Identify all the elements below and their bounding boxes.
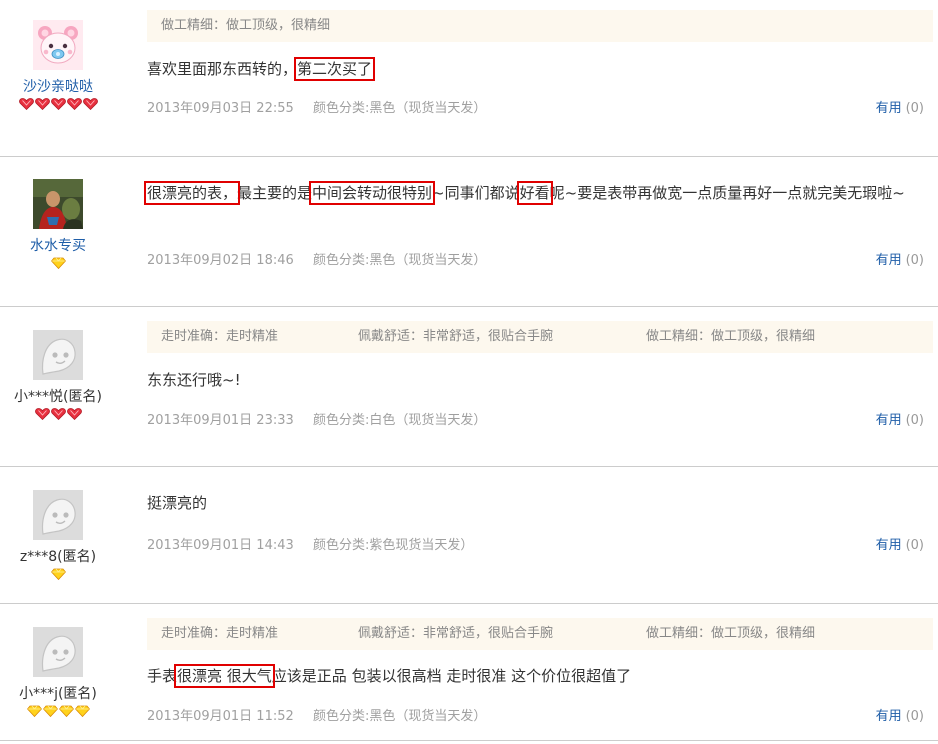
review-tag: 走时准确：走时精准 <box>161 329 279 344</box>
reviewer-name: 小***悦(匿名) <box>14 389 102 405</box>
diamond-badge-icon <box>51 568 66 580</box>
reviewer-info: z***8(匿名) <box>0 490 116 580</box>
review-tag: 做工精细：做工顶级，很精细 <box>646 626 816 641</box>
highlighted-phrase: 很漂亮的表， <box>143 181 241 205</box>
reviewer-info: 水水专买 <box>0 179 116 269</box>
diamond-badge-icon <box>75 705 90 717</box>
review-tag: 佩戴舒适：非常舒适，很贴合手腕 <box>358 329 554 344</box>
review-content: 手表很漂亮 很大气应该是正品 包装以很高档 走时很准 这个价位很超值了 <box>147 664 927 689</box>
reviewer-rank-badges <box>0 257 116 269</box>
review-tag: 做工精细：做工顶级，很精细 <box>646 329 816 344</box>
review-date: 2013年09月02日 18:46 <box>147 253 294 268</box>
review-item: 小***j(匿名) 走时准确：走时精准 佩戴舒适：非常舒适，很贴合手腕 做工精细… <box>0 604 938 741</box>
variant-info: 颜色分类:黑色（现货当天发） <box>313 101 487 116</box>
variant-info: 颜色分类:黑色（现货当天发） <box>313 709 487 724</box>
review-tags: 走时准确：走时精准 佩戴舒适：非常舒适，很贴合手腕 做工精细：做工顶级，很精细 <box>147 618 933 650</box>
heart-badge-icon <box>83 98 98 110</box>
reviewer-info: 沙沙亲哒哒 <box>0 20 116 110</box>
useful-label[interactable]: 有用 <box>876 253 902 268</box>
useful-count: (0) <box>905 709 924 724</box>
review-date: 2013年09月03日 22:55 <box>147 101 294 116</box>
review-item: 沙沙亲哒哒 做工精细：做工顶级，很精细 喜欢里面那东西转的，第二次买了 2013… <box>0 0 938 157</box>
reviewer-name: 小***j(匿名) <box>19 686 97 702</box>
review-meta: 2013年09月01日 11:52 颜色分类:黑色（现货当天发） <box>147 705 486 724</box>
review-meta: 2013年09月03日 22:55 颜色分类:黑色（现货当天发） <box>147 97 486 116</box>
reviewer-rank-badges <box>0 705 116 717</box>
review-text: 东东还行哦~! <box>147 371 241 389</box>
review-meta: 2013年09月01日 14:43 颜色分类:紫色现货当天发） <box>147 534 473 553</box>
reviewer-rank-badges <box>0 568 116 580</box>
reviewer-name[interactable]: 沙沙亲哒哒 <box>0 76 116 96</box>
reviewer-name: z***8(匿名) <box>19 549 97 565</box>
avatar[interactable] <box>33 490 83 540</box>
useful-button[interactable]: 有用 (0) <box>876 534 924 553</box>
useful-button[interactable]: 有用 (0) <box>876 409 924 428</box>
useful-label[interactable]: 有用 <box>876 101 902 116</box>
reviewer-info: 小***j(匿名) <box>0 627 116 717</box>
review-tag: 走时准确：走时精准 <box>161 626 279 641</box>
useful-count: (0) <box>905 253 924 268</box>
useful-button[interactable]: 有用 (0) <box>876 705 924 724</box>
useful-button[interactable]: 有用 (0) <box>876 249 924 268</box>
review-content: 挺漂亮的 <box>147 491 927 516</box>
review-item: 水水专买 很漂亮的表，最主要的是中间会转动很特别~同事们都说好看呢~要是表带再做… <box>0 157 938 307</box>
review-tags: 做工精细：做工顶级，很精细 <box>147 10 933 42</box>
review-text: ~同事们都说 <box>432 184 520 202</box>
useful-count: (0) <box>905 413 924 428</box>
review-text: 喜欢里面那东西转的， <box>147 60 298 78</box>
useful-label[interactable]: 有用 <box>876 709 902 724</box>
review-date: 2013年09月01日 11:52 <box>147 709 294 724</box>
diamond-badge-icon <box>27 705 42 717</box>
useful-count: (0) <box>905 538 924 553</box>
review-meta: 2013年09月02日 18:46 颜色分类:黑色（现货当天发） <box>147 249 486 268</box>
reviewer-name[interactable]: 水水专买 <box>0 235 116 255</box>
variant-info: 颜色分类:白色（现货当天发） <box>313 413 487 428</box>
reviewer-rank-badges <box>0 408 116 420</box>
review-content: 很漂亮的表，最主要的是中间会转动很特别~同事们都说好看呢~要是表带再做宽一点质量… <box>143 181 927 206</box>
reviewer-info: 小***悦(匿名) <box>0 330 116 420</box>
review-item: 小***悦(匿名) 走时准确：走时精准 佩戴舒适：非常舒适，很贴合手腕 做工精细… <box>0 307 938 467</box>
review-text: 应该是正品 包装以很高档 走时很准 这个价位很超值了 <box>271 667 632 685</box>
review-content: 喜欢里面那东西转的，第二次买了 <box>147 57 927 82</box>
heart-badge-icon <box>51 408 66 420</box>
review-meta: 2013年09月01日 23:33 颜色分类:白色（现货当天发） <box>147 409 486 428</box>
review-content: 东东还行哦~! <box>147 368 927 393</box>
heart-badge-icon <box>67 408 82 420</box>
review-tag: 做工精细：做工顶级，很精细 <box>161 18 331 33</box>
diamond-badge-icon <box>43 705 58 717</box>
heart-badge-icon <box>19 98 34 110</box>
diamond-badge-icon <box>59 705 74 717</box>
reviewer-rank-badges <box>0 98 116 110</box>
variant-info: 颜色分类:黑色（现货当天发） <box>313 253 487 268</box>
avatar[interactable] <box>33 627 83 677</box>
highlighted-phrase: 很漂亮 很大气 <box>174 664 275 688</box>
highlighted-phrase: 好看 <box>516 181 553 205</box>
useful-count: (0) <box>905 101 924 116</box>
highlighted-phrase: 中间会转动很特别 <box>309 181 436 205</box>
highlighted-phrase: 第二次买了 <box>294 57 376 81</box>
review-item: z***8(匿名) 挺漂亮的 2013年09月01日 14:43 颜色分类:紫色现… <box>0 467 938 604</box>
heart-badge-icon <box>67 98 82 110</box>
avatar[interactable] <box>33 179 83 229</box>
heart-badge-icon <box>35 98 50 110</box>
diamond-badge-icon <box>51 257 66 269</box>
heart-badge-icon <box>35 408 50 420</box>
review-tag: 佩戴舒适：非常舒适，很贴合手腕 <box>358 626 554 641</box>
review-text: 最主要的是 <box>237 184 313 202</box>
review-date: 2013年09月01日 14:43 <box>147 538 294 553</box>
review-text: 呢~要是表带再做宽一点质量再好一点就完美无瑕啦~ <box>549 184 905 202</box>
review-tags: 走时准确：走时精准 佩戴舒适：非常舒适，很贴合手腕 做工精细：做工顶级，很精细 <box>147 321 933 353</box>
useful-label[interactable]: 有用 <box>876 538 902 553</box>
useful-button[interactable]: 有用 (0) <box>876 97 924 116</box>
review-text: 挺漂亮的 <box>147 494 208 512</box>
avatar[interactable] <box>33 20 83 70</box>
heart-badge-icon <box>51 98 66 110</box>
avatar[interactable] <box>33 330 83 380</box>
review-date: 2013年09月01日 23:33 <box>147 413 294 428</box>
useful-label[interactable]: 有用 <box>876 413 902 428</box>
variant-info: 颜色分类:紫色现货当天发） <box>313 538 474 553</box>
review-text: 手表 <box>147 667 178 685</box>
